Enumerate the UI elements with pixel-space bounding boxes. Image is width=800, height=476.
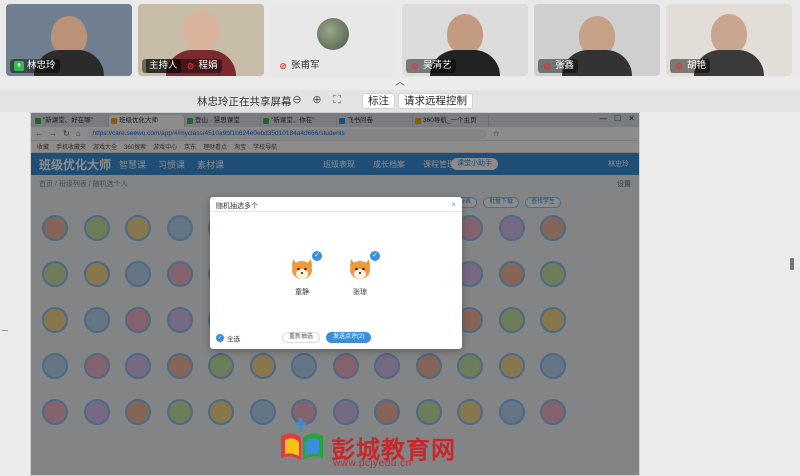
participant-name: 张鑫 [555,60,575,71]
side-panel-handle[interactable] [790,258,794,270]
check-icon: ✓ [370,251,380,261]
microphone-muted-icon: ⊘ [279,61,287,71]
watermark-url: www.pcjyedu.cn [333,458,412,469]
participant-tile[interactable]: 主持人 ⊘ 程娟 [138,4,264,76]
microphone-muted-icon: ⊘ [411,61,419,71]
microphone-on-icon: ♦ [14,61,24,71]
participant-name-tag: 主持人 ⊘ 程娟 [142,59,222,73]
participant-name: 胡艳 [687,60,707,71]
select-all-label: 全选 [227,336,240,343]
picked-student-name: 童静 [295,289,309,296]
select-all-checkbox[interactable]: ✓ 全选 [216,333,240,343]
check-icon: ✓ [216,334,224,342]
participant-avatar [317,18,349,50]
view-tools: ⊖ ⊕ ⛶ [290,93,344,107]
participant-strip: ♦ 林忠玲 主持人 ⊘ 程娟 ⊘ 张甫军 ⊘ 吴清艺 ⊘ 张鑫 ⊘ 胡艳 [0,0,800,78]
picked-student-name: 张琼 [353,289,367,296]
participant-name-tag: ⊘ 吴清艺 [406,59,456,73]
fox-avatar-icon: ✓ [346,251,380,283]
zoom-out-icon[interactable]: ⊖ [290,93,304,107]
zoom-in-icon[interactable]: ⊕ [310,93,324,107]
random-pick-dialog: 随机抽选多个 × ✓ 童静 ✓ 张琼 ✓ 全选 重新抽选 发送点评(2) [210,197,462,349]
participant-name-tag: ⊘ 胡艳 [670,59,711,73]
reselect-button[interactable]: 重新抽选 [282,332,321,343]
participant-tile[interactable]: ⊘ 张甫军 [270,4,396,76]
participant-name: 张甫军 [291,60,320,71]
dialog-footer: ✓ 全选 重新抽选 发送点评(2) [210,327,462,349]
microphone-muted-icon: ⊘ [186,61,195,71]
host-badge: 主持人 [146,59,181,73]
participant-name: 程娟 [198,60,218,71]
participant-avatar [447,14,483,54]
send-review-button[interactable]: 发送点评(2) [326,332,372,343]
fox-avatar-icon: ✓ [288,251,322,283]
check-icon: ✓ [312,251,322,261]
shared-screen: "新课堂、好在哪" 班级优化大师 登山 · 慧思课堂 "新课堂、你在" 飞书问卷… [30,112,640,476]
divider [2,330,8,331]
watermark-book-logo [277,416,327,466]
participant-avatar [711,14,747,54]
participant-name: 林忠玲 [27,60,56,71]
participant-name-tag: ⊘ 张鑫 [538,59,579,73]
annotate-button[interactable]: 标注 [362,93,395,109]
participant-tile[interactable]: ⊘ 胡艳 [666,4,792,76]
microphone-muted-icon: ⊘ [675,61,683,71]
collapse-strip-chevron-up-icon[interactable]: ︿ [390,78,410,88]
picked-student[interactable]: ✓ 童静 [282,251,322,297]
close-icon[interactable]: × [451,200,456,209]
share-status-text: 林忠玲正在共享屏幕 [197,96,292,108]
participant-avatar [183,10,219,50]
dialog-title: 随机抽选多个 [216,203,258,210]
picked-student[interactable]: ✓ 张琼 [340,251,380,297]
fit-screen-icon[interactable]: ⛶ [330,93,344,107]
request-remote-control-button[interactable]: 请求远程控制 [398,93,473,109]
participant-name: 吴清艺 [423,60,452,71]
divider [210,211,462,212]
participant-tile[interactable]: ♦ 林忠玲 [6,4,132,76]
participant-name-tag: ⊘ 张甫军 [274,59,324,73]
participant-tile[interactable]: ⊘ 吴清艺 [402,4,528,76]
screen-share-bar: 林忠玲正在共享屏幕 ⊖ ⊕ ⛶ 标注 请求远程控制 [0,90,800,112]
participant-tile[interactable]: ⊘ 张鑫 [534,4,660,76]
microphone-muted-icon: ⊘ [543,61,551,71]
participant-name-tag: ♦ 林忠玲 [10,59,60,73]
